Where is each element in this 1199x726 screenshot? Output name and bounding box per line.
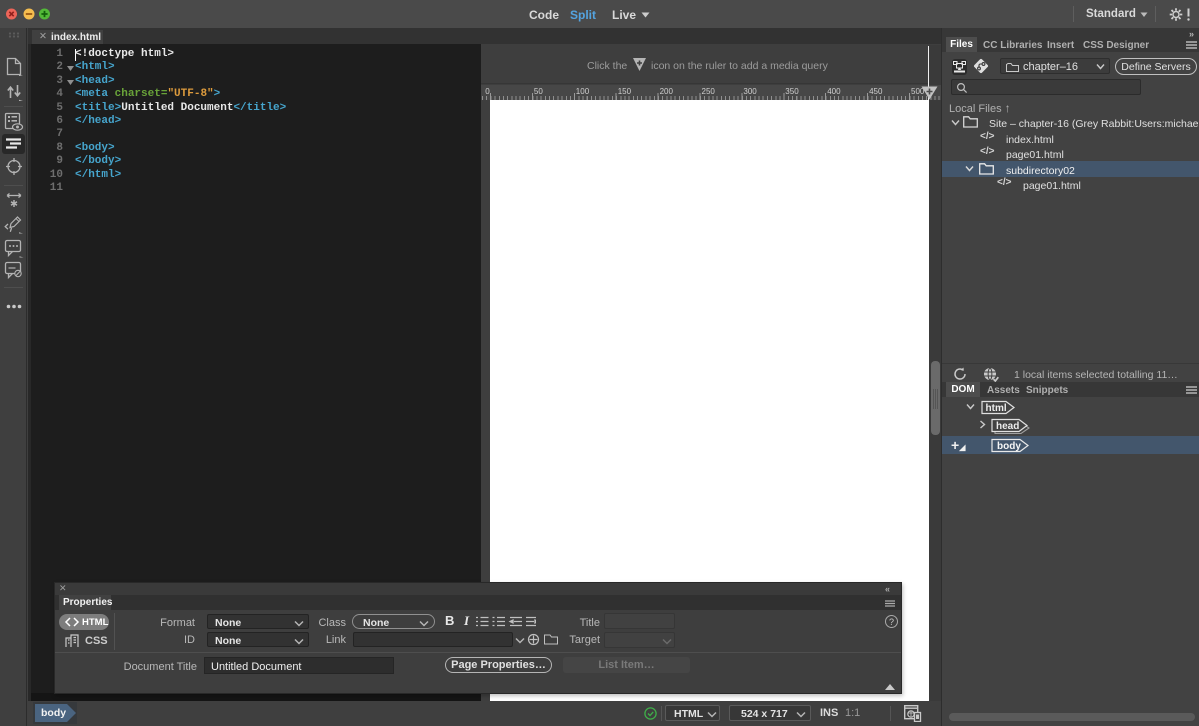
svg-text:body: body [997, 441, 1021, 452]
svg-text:html: html [986, 403, 1007, 414]
svg-text:head: head [996, 421, 1019, 432]
